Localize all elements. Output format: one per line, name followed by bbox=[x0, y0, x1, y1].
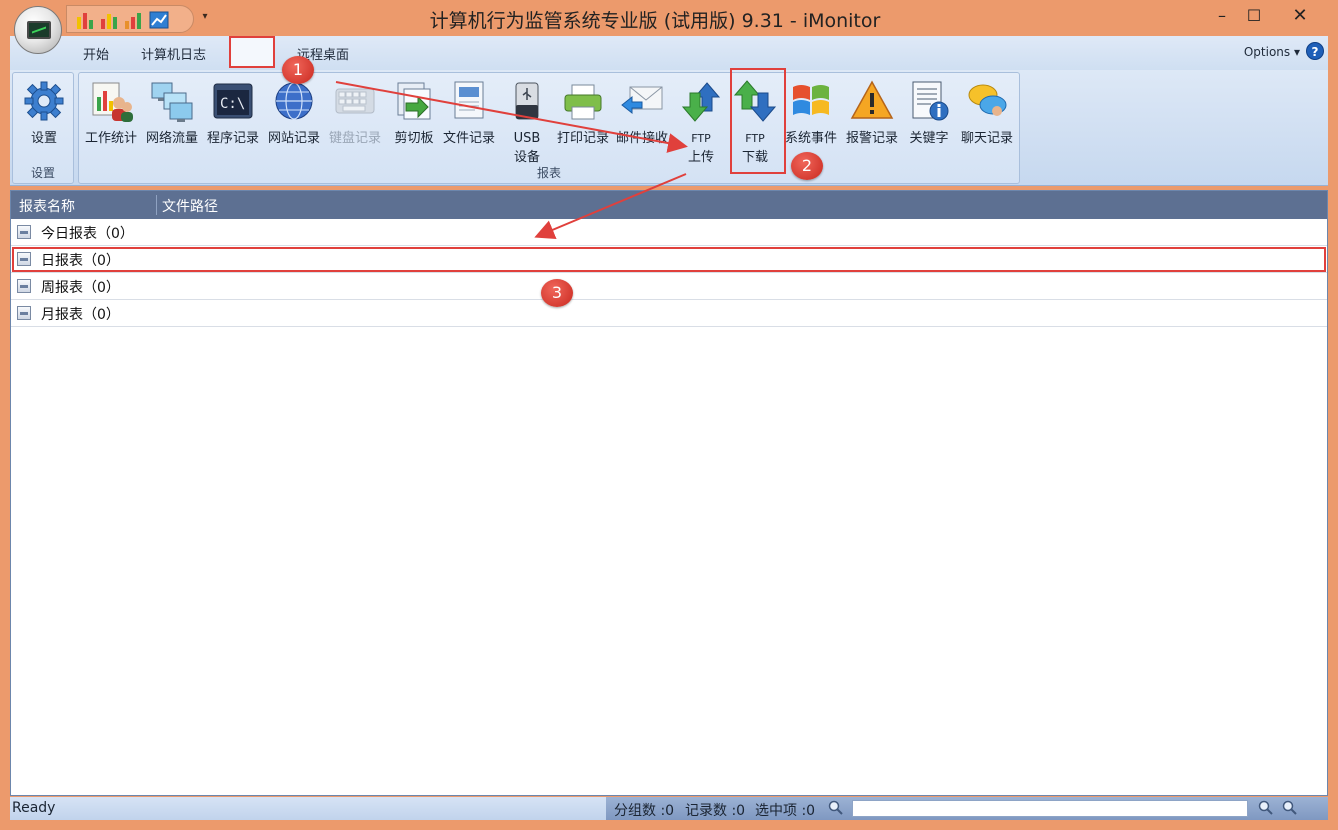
usb-drive-icon bbox=[515, 82, 539, 120]
network-traffic-button[interactable]: 网络流量 bbox=[142, 77, 202, 167]
search-icon[interactable] bbox=[828, 800, 844, 816]
zoom-out-icon[interactable] bbox=[1258, 800, 1274, 816]
ribbon: 设置 设置 工作统计 网络流量 C:\ 程序记录 网站记录 键盘记录 剪切板 文… bbox=[10, 70, 1328, 186]
column-file-path[interactable]: 文件路径 bbox=[162, 196, 218, 216]
row-name: 月报表（0） bbox=[41, 307, 120, 323]
file-icon bbox=[454, 81, 484, 119]
chat-log-button[interactable]: 聊天记录 bbox=[957, 77, 1017, 167]
clipboard-button[interactable]: 剪切板 bbox=[384, 77, 444, 167]
settings-button[interactable]: 设置 bbox=[14, 77, 74, 167]
keyboard-log-button[interactable]: 键盘记录 bbox=[325, 77, 385, 167]
close-button[interactable]: ✕ bbox=[1286, 4, 1314, 28]
ftp-upload-line1: FTP bbox=[691, 132, 711, 145]
annotation-marker-2: 2 bbox=[791, 152, 823, 180]
keyword-button[interactable]: 关键字 bbox=[899, 77, 959, 167]
selected-count: 选中项 :0 bbox=[755, 803, 816, 819]
options-label: Options bbox=[1243, 45, 1291, 59]
annotation-box-daily-row bbox=[12, 247, 1326, 272]
minimize-button[interactable]: – bbox=[1208, 4, 1236, 28]
mail-icon bbox=[621, 86, 663, 115]
options-menu[interactable]: Options ▾ bbox=[1244, 45, 1300, 59]
reports-group-label: 报表 bbox=[536, 166, 561, 180]
row-name: 今日报表（0） bbox=[41, 226, 134, 242]
annotation-marker-1: 1 bbox=[282, 56, 314, 84]
program-log-button[interactable]: C:\ 程序记录 bbox=[203, 77, 263, 167]
search-input[interactable] bbox=[852, 800, 1248, 817]
usb-label-line2: 设备 bbox=[513, 150, 540, 165]
settings-group: 设置 设置 bbox=[12, 72, 74, 184]
annotation-box-tab bbox=[229, 36, 275, 68]
status-counters: 分组数 :0 记录数 :0 选中项 :0 bbox=[606, 797, 1328, 820]
title-bar: ▾ 计算机行为监管系统专业版 (试用版) 9.31 - iMonitor – ☐… bbox=[0, 0, 1338, 36]
network-computers-icon bbox=[151, 82, 193, 122]
keyboard-icon bbox=[335, 88, 375, 114]
gear-icon bbox=[24, 81, 64, 121]
list-row-weekly[interactable]: 周报表（0） bbox=[11, 273, 1327, 300]
status-text: Ready bbox=[12, 800, 56, 816]
zoom-in-icon[interactable] bbox=[1282, 800, 1298, 816]
window-title: 计算机行为监管系统专业版 (试用版) 9.31 - iMonitor bbox=[429, 10, 881, 32]
annotation-box-ftp-download bbox=[730, 68, 786, 174]
ftp-upload-icon bbox=[681, 82, 721, 122]
list-row-monthly[interactable]: 月报表（0） bbox=[11, 300, 1327, 327]
application-menu-button[interactable] bbox=[14, 6, 62, 54]
group-count: 分组数 :0 bbox=[614, 803, 675, 819]
list-row-today[interactable]: 今日报表（0） bbox=[11, 219, 1327, 246]
settings-group-label: 设置 bbox=[30, 166, 55, 180]
ribbon-tab-row: 开始 计算机日志 报表 远程桌面 Options ▾ ? bbox=[10, 36, 1328, 70]
reports-group: 工作统计 网络流量 C:\ 程序记录 网站记录 键盘记录 剪切板 文件记录 US… bbox=[78, 72, 1020, 184]
help-icon[interactable]: ? bbox=[1306, 42, 1324, 60]
record-count: 记录数 :0 bbox=[685, 803, 746, 819]
list-header: 报表名称 文件路径 bbox=[11, 191, 1327, 219]
mail-receive-button[interactable]: 邮件接收 bbox=[612, 77, 672, 167]
status-bar: Ready 分组数 :0 记录数 :0 选中项 :0 bbox=[10, 797, 1328, 820]
report-file-icon bbox=[17, 225, 31, 239]
globe-icon bbox=[275, 82, 313, 120]
usb-device-button[interactable]: USB 设备 bbox=[497, 77, 557, 167]
clipboard-icon bbox=[397, 82, 431, 120]
annotation-marker-3: 3 bbox=[541, 279, 573, 307]
row-name: 周报表（0） bbox=[41, 280, 120, 296]
svg-text:C:\: C:\ bbox=[220, 96, 245, 112]
website-log-button[interactable]: 网站记录 bbox=[264, 77, 324, 167]
report-file-icon bbox=[17, 279, 31, 293]
column-report-name[interactable]: 报表名称 bbox=[19, 196, 75, 216]
document-info-icon bbox=[912, 81, 949, 121]
ftp-upload-line2: 上传 bbox=[687, 150, 714, 165]
chat-log-label: 聊天记录 bbox=[960, 131, 1013, 146]
cmd-window-icon: C:\ bbox=[213, 83, 253, 119]
column-separator[interactable] bbox=[156, 195, 157, 215]
maximize-button[interactable]: ☐ bbox=[1240, 4, 1268, 28]
alarm-log-button[interactable]: 报警记录 bbox=[842, 77, 902, 167]
chat-users-icon bbox=[968, 84, 1007, 116]
people-chart-icon bbox=[92, 82, 133, 122]
tab-start[interactable]: 开始 bbox=[83, 44, 109, 63]
tab-computer-log[interactable]: 计算机日志 bbox=[141, 44, 206, 63]
app-window: ▾ 计算机行为监管系统专业版 (试用版) 9.31 - iMonitor – ☐… bbox=[0, 0, 1338, 830]
report-list[interactable]: 报表名称 文件路径 今日报表（0） 日报表（0） 周报表（0） 月报表（0） bbox=[10, 190, 1328, 796]
file-log-button[interactable]: 文件记录 bbox=[439, 77, 499, 167]
usb-label-line1: USB bbox=[513, 131, 541, 146]
warning-icon bbox=[850, 80, 894, 119]
windows-logo-icon bbox=[793, 85, 829, 115]
print-log-button[interactable]: 打印记录 bbox=[553, 77, 613, 167]
printer-icon bbox=[564, 84, 602, 120]
monitor-icon bbox=[27, 21, 51, 39]
settings-label: 设置 bbox=[30, 131, 57, 146]
work-stats-button[interactable]: 工作统计 bbox=[81, 77, 141, 167]
report-file-icon bbox=[17, 306, 31, 320]
